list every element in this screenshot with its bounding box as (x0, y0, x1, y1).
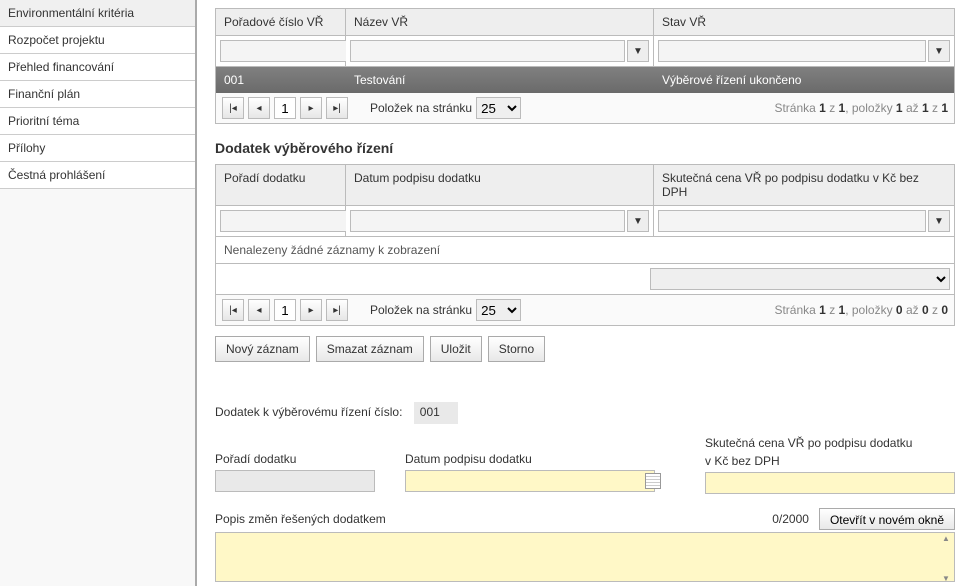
grid1-row-c1: 001 (216, 67, 346, 93)
grid2-filter-c3[interactable] (658, 210, 926, 232)
pager-size-select[interactable]: 25 (476, 299, 521, 321)
pager-prev-icon[interactable]: ◂ (248, 299, 270, 321)
sidebar-item-finplan[interactable]: Finanční plán (0, 81, 195, 108)
sidebar-item-env[interactable]: Environmentální kritéria (0, 0, 195, 27)
save-button[interactable]: Uložit (430, 336, 482, 362)
grid2-empty-message: Nenalezeny žádné záznamy k zobrazení (216, 237, 954, 264)
price-label-l2: v Kč bez DPH (705, 454, 955, 468)
form-title-value: 001 (414, 402, 458, 424)
grid-dodatek: Pořadí dodatku Datum podpisu dodatku Sku… (215, 164, 955, 326)
calendar-icon[interactable] (645, 473, 661, 489)
pager-size-select[interactable]: 25 (476, 97, 521, 119)
form: Dodatek k výběrovému řízení číslo: 001 P… (215, 402, 955, 585)
grid2-header-c1[interactable]: Pořadí dodatku (216, 165, 346, 206)
grid1-header-c3[interactable]: Stav VŘ (654, 9, 954, 36)
grid1-row-c3: Výběrové řízení ukončeno (654, 67, 954, 93)
char-counter: 0/2000 (729, 512, 819, 526)
sidebar-item-financing[interactable]: Přehled financování (0, 54, 195, 81)
grid1-filter-c2[interactable] (350, 40, 625, 62)
scroll-down-icon[interactable]: ▼ (939, 574, 953, 583)
filter-icon[interactable]: ▼ (928, 40, 950, 62)
desc-textarea[interactable] (215, 532, 955, 582)
new-button[interactable]: Nový záznam (215, 336, 310, 362)
pager-info: Stránka 1 z 1, položky 0 až 0 z 0 (774, 303, 948, 317)
grid1-pager: |◂ ◂ ▸ ▸| Položek na stránku 25 Stránka … (216, 93, 954, 123)
grid2-dropdown[interactable] (650, 268, 950, 290)
pager-size-label: Položek na stránku (370, 101, 472, 115)
delete-button[interactable]: Smazat záznam (316, 336, 424, 362)
pager-last-icon[interactable]: ▸| (326, 299, 348, 321)
desc-label: Popis změn řešených dodatkem (215, 512, 729, 526)
pager-first-icon[interactable]: |◂ (222, 97, 244, 119)
pager-prev-icon[interactable]: ◂ (248, 97, 270, 119)
pager-page-input[interactable] (274, 299, 296, 321)
grid1-filter-c3[interactable] (658, 40, 926, 62)
open-new-window-button[interactable]: Otevřít v novém okně (819, 508, 955, 530)
date-label: Datum podpisu dodatku (405, 452, 665, 466)
filter-icon[interactable]: ▼ (627, 210, 649, 232)
section-title-dodatek: Dodatek výběrového řízení (215, 140, 955, 156)
grid2-header-c3[interactable]: Skutečná cena VŘ po podpisu dodatku v Kč… (654, 165, 954, 206)
sidebar-item-budget[interactable]: Rozpočet projektu (0, 27, 195, 54)
cancel-button[interactable]: Storno (488, 336, 545, 362)
order-input[interactable] (215, 470, 375, 492)
grid1-row-c2: Testování (346, 67, 654, 93)
order-label: Pořadí dodatku (215, 452, 385, 466)
pager-next-icon[interactable]: ▸ (300, 299, 322, 321)
sidebar: Environmentální kritéria Rozpočet projek… (0, 0, 197, 586)
grid1-header-c1[interactable]: Pořadové číslo VŘ (216, 9, 346, 36)
filter-icon[interactable]: ▼ (627, 40, 649, 62)
price-label-l1: Skutečná cena VŘ po podpisu dodatku (705, 436, 955, 450)
date-input[interactable] (405, 470, 655, 492)
textarea-scrollbar[interactable]: ▲ ▼ (939, 534, 953, 583)
sidebar-item-priority[interactable]: Prioritní téma (0, 108, 195, 135)
filter-icon[interactable]: ▼ (928, 210, 950, 232)
form-title-label: Dodatek k výběrovému řízení číslo: (215, 405, 402, 419)
pager-first-icon[interactable]: |◂ (222, 299, 244, 321)
grid1-header-c2[interactable]: Název VŘ (346, 9, 654, 36)
grid2-header-c2[interactable]: Datum podpisu dodatku (346, 165, 654, 206)
price-input[interactable] (705, 472, 955, 494)
pager-last-icon[interactable]: ▸| (326, 97, 348, 119)
sidebar-item-attachments[interactable]: Přílohy (0, 135, 195, 162)
pager-info: Stránka 1 z 1, položky 1 až 1 z 1 (774, 101, 948, 115)
grid2-filter-c2[interactable] (350, 210, 625, 232)
pager-page-input[interactable] (274, 97, 296, 119)
pager-size-label: Položek na stránku (370, 303, 472, 317)
grid2-pager: |◂ ◂ ▸ ▸| Položek na stránku 25 Stránka … (216, 295, 954, 325)
toolbar: Nový záznam Smazat záznam Uložit Storno (215, 336, 955, 362)
scroll-up-icon[interactable]: ▲ (939, 534, 953, 543)
main-content: Pořadové číslo VŘ Název VŘ Stav VŘ ▼ ▼ ▼… (197, 0, 967, 586)
table-row[interactable]: 001 Testování Výběrové řízení ukončeno (216, 67, 954, 93)
pager-next-icon[interactable]: ▸ (300, 97, 322, 119)
grid-vr: Pořadové číslo VŘ Název VŘ Stav VŘ ▼ ▼ ▼… (215, 8, 955, 124)
sidebar-item-declarations[interactable]: Čestná prohlášení (0, 162, 195, 189)
